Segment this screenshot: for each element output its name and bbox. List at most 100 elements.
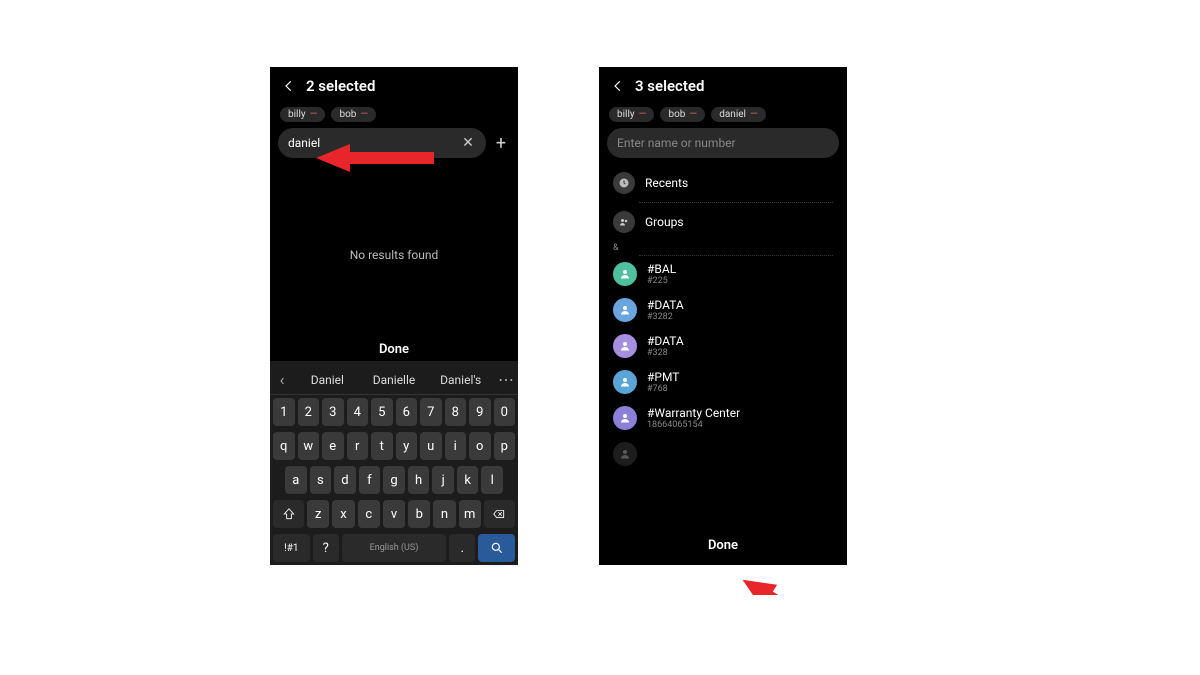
search-box[interactable]: ✕ [278, 128, 486, 158]
key-t[interactable]: t [371, 432, 393, 460]
key-i[interactable]: i [445, 432, 467, 460]
contact-row[interactable]: #PMT#768 [599, 364, 847, 400]
remove-icon[interactable]: — [360, 110, 368, 120]
selected-chips: billy— bob— daniel— [599, 105, 847, 128]
avatar [613, 370, 637, 394]
recents-section[interactable]: Recents [599, 164, 847, 202]
contact-row[interactable]: #DATA#328 [599, 328, 847, 364]
remove-icon[interactable]: — [689, 110, 697, 120]
key-e[interactable]: e [322, 432, 344, 460]
suggestion-back[interactable]: ‹ [270, 370, 294, 389]
shift-key[interactable] [273, 500, 304, 528]
remove-icon[interactable]: — [639, 110, 647, 120]
key-u[interactable]: u [420, 432, 442, 460]
add-button[interactable]: + [492, 133, 510, 154]
remove-icon[interactable]: — [310, 110, 318, 120]
key-1[interactable]: 1 [273, 398, 295, 426]
contact-name: #PMT [647, 370, 679, 384]
header: 3 selected [599, 67, 847, 105]
contact-sub: #225 [647, 276, 676, 286]
symbols-key[interactable]: !#1 [273, 534, 310, 562]
key-y[interactable]: y [396, 432, 418, 460]
key-4[interactable]: 4 [347, 398, 369, 426]
key-j[interactable]: j [432, 466, 454, 494]
avatar [613, 298, 637, 322]
suggestion-more[interactable]: ⋯ [494, 370, 518, 389]
contact-list: #BAL#225#DATA#3282#DATA#328#PMT#768#Warr… [599, 256, 847, 436]
contact-sub: #3282 [647, 312, 684, 322]
no-results-text: No results found [270, 248, 518, 262]
keyboard: ‹ Daniel Danielle Daniel's ⋯ 1234567890 … [270, 361, 518, 565]
key-5[interactable]: 5 [371, 398, 393, 426]
search-input[interactable] [288, 136, 460, 150]
phone-screenshot-left: 2 selected billy— bob— ✕ + No results fo… [270, 67, 518, 565]
key-k[interactable]: k [457, 466, 479, 494]
contact-sub: #328 [647, 348, 684, 358]
chip-daniel[interactable]: daniel— [711, 107, 766, 122]
chip-billy[interactable]: billy— [609, 107, 654, 122]
contact-name: #DATA [647, 334, 684, 348]
key-c[interactable]: c [358, 500, 380, 528]
key-v[interactable]: v [383, 500, 405, 528]
suggestion-3[interactable]: Daniel's [427, 373, 494, 387]
key-3[interactable]: 3 [322, 398, 344, 426]
search-key[interactable] [478, 534, 515, 562]
key-6[interactable]: 6 [396, 398, 418, 426]
key-7[interactable]: 7 [420, 398, 442, 426]
shift-icon [282, 507, 296, 521]
key-d[interactable]: d [334, 466, 356, 494]
key-p[interactable]: p [494, 432, 516, 460]
key-9[interactable]: 9 [469, 398, 491, 426]
key-a[interactable]: a [285, 466, 307, 494]
chip-bob[interactable]: bob— [331, 107, 376, 122]
contact-row[interactable]: #Warranty Center18664065154 [599, 400, 847, 436]
period-key[interactable]: . [449, 534, 475, 562]
key-0[interactable]: 0 [494, 398, 516, 426]
remove-icon[interactable]: — [750, 110, 758, 120]
question-key[interactable]: ? [313, 534, 339, 562]
chip-billy[interactable]: billy— [280, 107, 325, 122]
key-z[interactable]: z [307, 500, 329, 528]
key-2[interactable]: 2 [298, 398, 320, 426]
key-n[interactable]: n [433, 500, 455, 528]
search-icon [490, 541, 504, 555]
key-g[interactable]: g [383, 466, 405, 494]
contact-row[interactable]: #BAL#225 [599, 256, 847, 292]
back-button[interactable] [280, 77, 298, 95]
key-m[interactable]: m [459, 500, 481, 528]
contact-name: #DATA [647, 298, 684, 312]
contact-name: #BAL [647, 262, 676, 276]
contact-row-partial[interactable] [599, 436, 847, 472]
space-key[interactable]: English (US) [342, 534, 447, 562]
search-row [599, 128, 847, 164]
clear-button[interactable]: ✕ [460, 135, 476, 151]
avatar [613, 334, 637, 358]
groups-section[interactable]: Groups [599, 203, 847, 241]
key-w[interactable]: w [298, 432, 320, 460]
key-s[interactable]: s [310, 466, 332, 494]
header: 2 selected [270, 67, 518, 105]
chip-bob[interactable]: bob— [660, 107, 705, 122]
section-letter: & [599, 241, 847, 255]
back-button[interactable] [609, 77, 627, 95]
key-f[interactable]: f [359, 466, 381, 494]
avatar [613, 262, 637, 286]
key-q[interactable]: q [273, 432, 295, 460]
key-r[interactable]: r [347, 432, 369, 460]
key-h[interactable]: h [408, 466, 430, 494]
backspace-key[interactable] [484, 500, 515, 528]
key-x[interactable]: x [332, 500, 354, 528]
groups-icon [613, 211, 635, 233]
key-8[interactable]: 8 [445, 398, 467, 426]
suggestion-1[interactable]: Daniel [294, 373, 361, 387]
suggestion-bar: ‹ Daniel Danielle Daniel's ⋯ [270, 365, 518, 395]
avatar [613, 406, 637, 430]
search-input[interactable] [617, 136, 829, 150]
done-button[interactable]: Done [599, 526, 847, 565]
suggestion-2[interactable]: Danielle [361, 373, 428, 387]
contact-row[interactable]: #DATA#3282 [599, 292, 847, 328]
key-l[interactable]: l [481, 466, 503, 494]
key-b[interactable]: b [408, 500, 430, 528]
key-o[interactable]: o [469, 432, 491, 460]
search-box[interactable] [607, 128, 839, 158]
